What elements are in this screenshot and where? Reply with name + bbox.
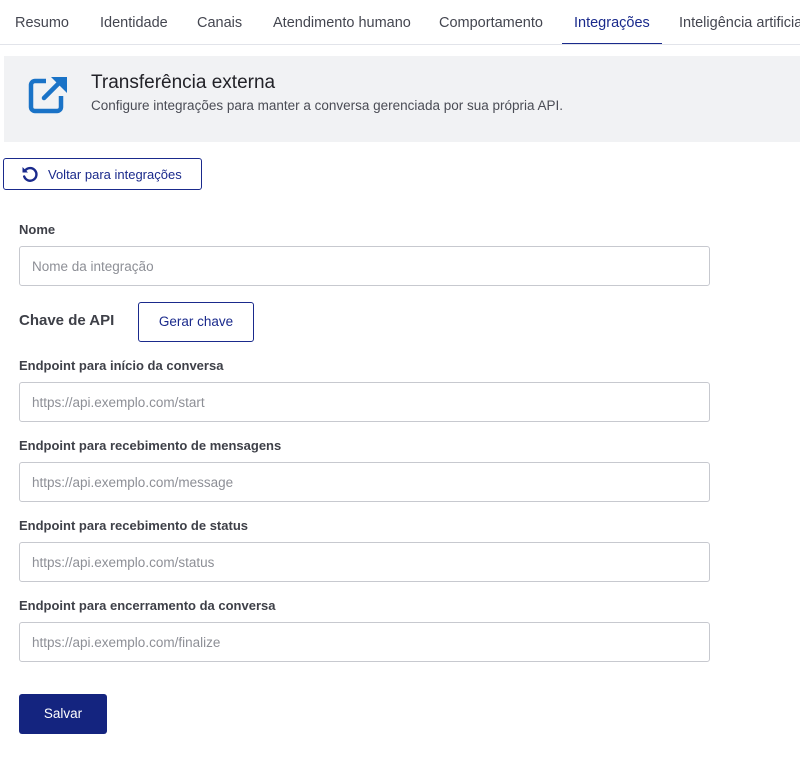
undo-icon: [22, 166, 38, 182]
back-button-label: Voltar para integrações: [48, 166, 182, 182]
status-endpoint-label: Endpoint para recebimento de status: [19, 518, 248, 533]
tab-integracoes[interactable]: Integrações: [562, 0, 662, 44]
back-to-integrations-button[interactable]: Voltar para integrações: [3, 158, 202, 190]
api-key-label: Chave de API: [19, 312, 115, 329]
message-endpoint-input[interactable]: [19, 462, 710, 502]
generate-key-button[interactable]: Gerar chave: [138, 302, 254, 342]
page-title: Transferência externa: [91, 72, 276, 93]
page-subtitle: Configure integrações para manter a conv…: [91, 98, 564, 113]
start-endpoint-input[interactable]: [19, 382, 710, 422]
tab-bar: Resumo Identidade Canais Atendimento hum…: [0, 0, 800, 45]
tab-resumo[interactable]: Resumo: [15, 0, 69, 44]
page-header: Transferência externa Configure integraç…: [4, 56, 800, 142]
name-label: Nome: [19, 222, 56, 237]
status-endpoint-input[interactable]: [19, 542, 710, 582]
tab-identidade[interactable]: Identidade: [100, 0, 168, 44]
name-input[interactable]: [19, 246, 710, 286]
finalize-endpoint-input[interactable]: [19, 622, 710, 662]
save-button[interactable]: Salvar: [19, 694, 107, 734]
start-endpoint-label: Endpoint para início da conversa: [19, 358, 224, 373]
tab-inteligencia-artificial[interactable]: Inteligência artificial: [679, 0, 800, 44]
tab-comportamento[interactable]: Comportamento: [439, 0, 543, 44]
message-endpoint-label: Endpoint para recebimento de mensagens: [19, 438, 282, 453]
tab-canais[interactable]: Canais: [197, 0, 242, 44]
tab-atendimento-humano[interactable]: Atendimento humano: [273, 0, 411, 44]
external-link-icon: [28, 77, 67, 114]
finalize-endpoint-label: Endpoint para encerramento da conversa: [19, 598, 276, 613]
